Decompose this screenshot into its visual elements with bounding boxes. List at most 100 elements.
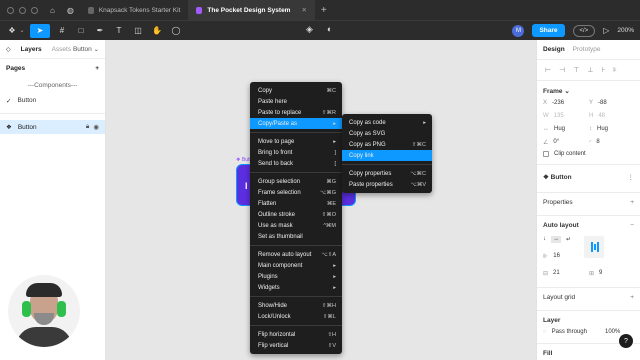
clip-content-checkbox[interactable]: Clip content	[537, 148, 640, 160]
tab-pocket-design-system[interactable]: The Pocket Design System ✕	[188, 0, 315, 20]
main-menu-icon[interactable]: ❖	[5, 24, 19, 38]
menu-item[interactable]: Copy/Paste as ▸	[250, 118, 342, 129]
align-left-icon[interactable]: ⊢	[545, 66, 551, 74]
present-icon[interactable]: ▷	[603, 26, 609, 35]
align-bottom-icon[interactable]: ⊧	[613, 66, 617, 74]
menu-item[interactable]: Frame selection ⌥⌘G	[250, 187, 342, 198]
width-field[interactable]: W 135	[543, 113, 583, 119]
tab-design[interactable]: Design	[543, 46, 565, 53]
blend-mode-select[interactable]: ◌ Pass through	[543, 329, 599, 335]
close-tab-icon[interactable]: ✕	[301, 6, 306, 14]
rotation-field[interactable]: ∠ 0°	[543, 139, 583, 146]
menu-item[interactable]: Outline stroke ⇧⌘O	[250, 209, 342, 220]
user-avatar[interactable]: M	[512, 24, 525, 37]
menu-item[interactable]: Copy properties ⌥⌘C	[342, 168, 432, 179]
right-panel-tabs: Design Prototype	[537, 40, 640, 60]
chevron-down-icon[interactable]: ⌄	[19, 24, 25, 38]
menu-item[interactable]: Use as mask ^⌘M	[250, 220, 342, 231]
menu-item[interactable]: Copy as SVG	[342, 128, 432, 139]
menu-item[interactable]: Show/Hide ⇧⌘H	[250, 300, 342, 311]
tab-knapsack[interactable]: Knapsack Tokens Starter Kit	[80, 0, 189, 20]
align-middle-icon[interactable]: ⊦	[601, 66, 605, 74]
y-field[interactable]: Y -88	[589, 100, 629, 106]
lock-icon[interactable]: 🔒︎	[86, 123, 89, 131]
frame-tool-icon[interactable]: #	[55, 24, 69, 38]
hand-tool-icon[interactable]: ✋	[150, 24, 164, 38]
direction-horizontal-icon[interactable]: →	[551, 236, 561, 243]
tab-prototype[interactable]: Prototype	[573, 46, 601, 53]
rectangle-tool-icon[interactable]: □	[74, 24, 88, 38]
direction-buttons[interactable]: ↓ → ↵	[543, 236, 571, 243]
menu-item[interactable]: Flip horizontal ⇧H	[250, 329, 342, 340]
shapes-tool-icon[interactable]: ◫	[131, 24, 145, 38]
menu-item[interactable]: Copy as PNG ⇧⌘C	[342, 139, 432, 150]
menu-item[interactable]: Set as thumbnail	[250, 231, 342, 242]
direction-wrap-icon[interactable]: ↵	[566, 236, 571, 243]
tab-layers[interactable]: Layers	[21, 46, 42, 53]
layer-item-button[interactable]: ❖ Button 🔒︎ ◉	[0, 120, 105, 134]
page-item[interactable]: ---Components---	[0, 78, 105, 93]
dev-mode-toggle[interactable]: </>	[572, 24, 596, 37]
menu-item[interactable]: Bring to front]	[250, 147, 342, 158]
maximize-window-button[interactable]	[31, 6, 38, 14]
add-page-button[interactable]: +	[95, 65, 99, 72]
add-property-icon[interactable]: +	[630, 199, 634, 206]
zoom-level[interactable]: 200%	[617, 27, 634, 34]
menu-item[interactable]: Paste here	[250, 96, 342, 107]
menu-item[interactable]: Copy ⌘C	[250, 85, 342, 96]
menu-item[interactable]: Move to page ▸	[250, 136, 342, 147]
menu-item[interactable]: Send to back [	[250, 158, 342, 169]
x-field[interactable]: X -236	[543, 100, 583, 106]
move-tool-icon[interactable]: ➤	[30, 23, 50, 38]
menu-item[interactable]: Copy link	[342, 150, 432, 161]
y-label: Y	[589, 100, 594, 106]
align-center-h-icon[interactable]: ⊣	[559, 66, 565, 74]
layer-label: Button	[17, 123, 37, 131]
menu-item[interactable]: Flip vertical ⇧V	[250, 340, 342, 351]
align-right-icon[interactable]: ⊤	[573, 66, 579, 74]
alignment-bar: ⊢ ⊣ ⊤ ⊥ ⊦ ⊧	[537, 60, 640, 81]
menu-item[interactable]: Paste properties ⌥⌘V	[342, 179, 432, 190]
menu-item[interactable]: Plugins ▸	[250, 271, 342, 282]
pen-tool-icon[interactable]: ✒	[93, 24, 107, 38]
share-button[interactable]: Share	[532, 24, 565, 37]
hug-width-select[interactable]: ↔ Hug	[543, 126, 583, 132]
menu-item[interactable]: Lock/Unlock ⇧⌘L	[250, 311, 342, 322]
padding-h-field[interactable]: ⊟ 21	[543, 270, 583, 277]
remove-auto-layout-icon[interactable]: −	[630, 222, 634, 229]
home-icon[interactable]: ⌂	[50, 6, 55, 15]
add-layout-grid-icon[interactable]: +	[630, 294, 634, 301]
help-button[interactable]: ?	[619, 334, 633, 348]
align-top-icon[interactable]: ⊥	[587, 66, 593, 74]
menu-item[interactable]: Copy as code ▸	[342, 117, 432, 128]
chevron-down-icon[interactable]: ⌄	[564, 88, 569, 95]
comment-tool-icon[interactable]: ◯	[169, 24, 183, 38]
gap-field[interactable]: ⊪ 16	[543, 253, 583, 260]
padding-v-field[interactable]: ⊞ 9	[589, 270, 629, 277]
new-tab-button[interactable]: +	[321, 5, 327, 16]
radius-field[interactable]: ◜ 8	[589, 139, 629, 146]
window-controls[interactable]	[7, 6, 38, 14]
component-options-icon[interactable]: ⋮	[628, 173, 635, 181]
resizing-row: ↔ Hug ↕ Hug	[537, 124, 640, 134]
menu-item[interactable]: Group selection ⌘G	[250, 176, 342, 187]
menu-item[interactable]: Remove auto layout ⌥⇧A	[250, 249, 342, 260]
close-window-button[interactable]	[7, 6, 14, 14]
eye-icon[interactable]: ◉	[93, 123, 99, 131]
component-name[interactable]: Button	[551, 174, 572, 181]
globe-icon[interactable]: ◍	[67, 6, 74, 15]
page-item[interactable]: ✓ Button	[0, 93, 105, 109]
hug-height-select[interactable]: ↕ Hug	[589, 126, 629, 132]
tab-assets[interactable]: Assets	[52, 46, 72, 53]
component-dropdown[interactable]: Button ⌄	[73, 45, 99, 53]
menu-item[interactable]: Main component ▸	[250, 260, 342, 271]
height-field[interactable]: H 48	[589, 113, 629, 119]
menu-item[interactable]: Widgets ▸	[250, 282, 342, 293]
contrast-icon[interactable]: ◐	[327, 24, 332, 35]
menu-item[interactable]: Paste to replace ⇧⌘R	[250, 107, 342, 118]
direction-vertical-icon[interactable]: ↓	[543, 236, 546, 243]
component-icon[interactable]: ◈	[306, 24, 313, 35]
minimize-window-button[interactable]	[19, 6, 26, 14]
text-tool-icon[interactable]: T	[112, 24, 126, 38]
menu-item[interactable]: Flatten ⌘E	[250, 198, 342, 209]
